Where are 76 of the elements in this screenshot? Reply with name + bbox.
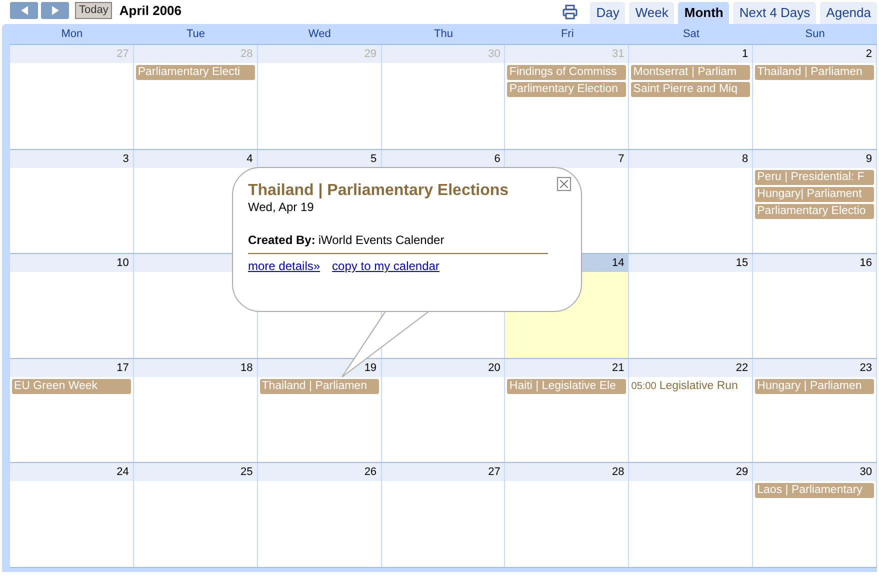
day-cell[interactable]: 21 Haiti | Legislative Ele xyxy=(505,358,630,462)
event-title[interactable]: Legislative Run xyxy=(659,378,738,394)
day-number: 5 xyxy=(370,152,377,167)
day-number: 27 xyxy=(116,47,129,62)
day-number: 28 xyxy=(240,47,253,62)
weekday-header: Wed xyxy=(307,27,332,42)
day-number: 2 xyxy=(866,47,872,62)
day-cell[interactable]: 2 Thailand | Parliamen xyxy=(753,45,877,149)
day-cell[interactable]: 10 xyxy=(10,254,134,358)
weekday-header: Sat xyxy=(682,27,700,42)
day-number: 27 xyxy=(488,465,500,480)
view-tab[interactable]: Agenda xyxy=(820,2,877,24)
view-tab[interactable]: Month xyxy=(678,2,730,24)
day-number: 19 xyxy=(364,360,377,376)
day-number: 23 xyxy=(860,360,872,376)
popup-link[interactable]: copy to my calendar xyxy=(332,257,440,275)
day-number: 15 xyxy=(736,256,748,272)
day-cell[interactable]: 26 xyxy=(258,463,382,567)
day-number: 20 xyxy=(488,360,500,376)
day-number: 31 xyxy=(612,47,624,62)
day-number: 22 xyxy=(736,360,748,376)
day-number: 29 xyxy=(736,465,748,480)
day-cell[interactable]: 23 Hungary | Parliamen xyxy=(753,358,877,462)
day-number: 1 xyxy=(742,47,748,62)
previous-button[interactable] xyxy=(10,2,38,19)
day-number: 26 xyxy=(364,465,377,480)
day-cell[interactable]: 29 xyxy=(629,463,754,567)
popup-link[interactable]: more details» xyxy=(248,257,320,275)
day-number: 4 xyxy=(246,152,253,167)
day-number: 30 xyxy=(860,465,872,480)
weekday-header: Fri xyxy=(560,27,575,42)
day-number: 25 xyxy=(240,465,253,480)
weekday-header: Thu xyxy=(433,27,454,42)
close-icon[interactable] xyxy=(557,177,571,191)
day-number: 16 xyxy=(860,256,872,272)
event-time: 05:00 xyxy=(631,380,656,394)
day-number: 8 xyxy=(742,152,748,167)
day-cell[interactable]: 3 xyxy=(10,150,134,254)
day-cell[interactable]: 17 EU Green Week xyxy=(10,358,134,462)
left-triangle-icon xyxy=(20,6,28,15)
weekday-header: Mon xyxy=(60,27,84,42)
day-number: 18 xyxy=(240,360,253,376)
day-cell[interactable]: 27 xyxy=(382,463,506,567)
weekday-header: Sun xyxy=(804,27,826,42)
view-tab[interactable]: Day xyxy=(590,2,626,24)
day-number: 29 xyxy=(364,47,377,62)
day-number: 9 xyxy=(866,152,872,167)
day-cell[interactable]: 24 xyxy=(10,463,134,567)
day-number: 30 xyxy=(488,47,500,62)
month-title: April 2006 xyxy=(119,2,182,20)
right-triangle-icon xyxy=(52,6,58,15)
day-number: 14 xyxy=(612,256,624,272)
day-cell[interactable]: 28 xyxy=(505,463,630,567)
view-tab[interactable]: Next 4 Days xyxy=(733,2,816,24)
day-number: 21 xyxy=(612,360,624,376)
day-cell[interactable]: 25 xyxy=(134,463,258,567)
printer-icon[interactable] xyxy=(562,4,578,20)
day-number: 24 xyxy=(116,465,129,480)
day-number: 7 xyxy=(618,152,624,167)
day-cell[interactable]: 8 xyxy=(629,150,754,254)
created-by-value: iWorld Events Calender xyxy=(318,232,444,249)
day-cell[interactable]: 16 xyxy=(753,254,877,358)
day-number: 6 xyxy=(494,152,500,167)
weekday-header: Tue xyxy=(186,27,206,42)
day-number: 10 xyxy=(116,256,129,272)
day-cell[interactable]: 19 Thailand | Parliamen xyxy=(258,358,382,462)
day-number: 17 xyxy=(116,360,129,376)
day-cell[interactable]: 30 Laos | Parliamentary xyxy=(753,463,877,567)
view-tab[interactable]: Week xyxy=(629,2,674,24)
day-cell[interactable]: 18 xyxy=(134,358,258,462)
next-button[interactable] xyxy=(41,2,69,19)
day-number: 3 xyxy=(122,152,129,167)
today-button[interactable]: Today xyxy=(75,2,112,19)
day-cell[interactable]: 15 xyxy=(629,254,754,358)
day-number: 28 xyxy=(612,465,624,480)
day-cell[interactable]: 22 05:00 Legislative Run xyxy=(629,358,754,462)
